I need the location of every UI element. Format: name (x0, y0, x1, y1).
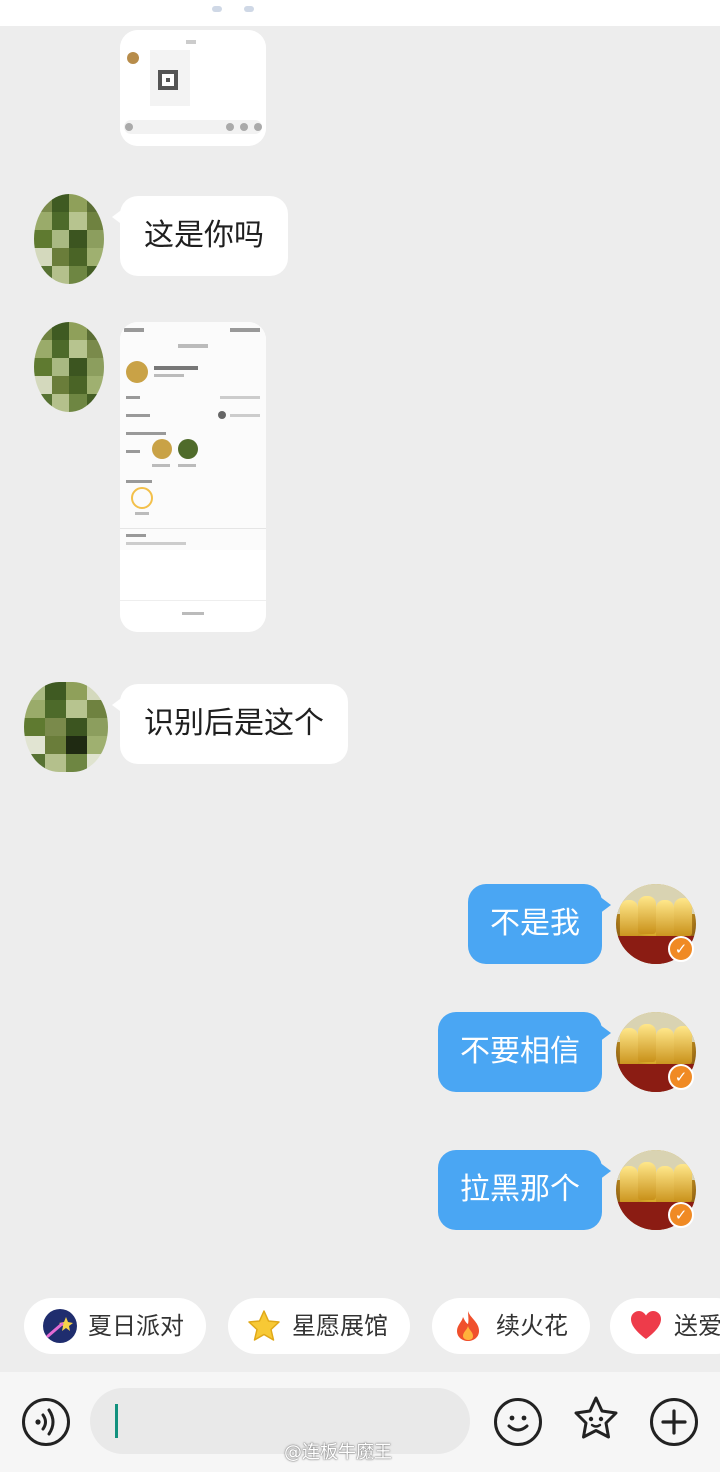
status-indicator (244, 6, 254, 12)
shared-image-qr[interactable] (120, 30, 266, 146)
contact-avatar[interactable] (34, 194, 104, 284)
outgoing-message[interactable]: 不是我 (468, 884, 611, 964)
chip-label: 送爱 (674, 1312, 720, 1340)
chip-summer-party[interactable]: 夏日派对 (24, 1298, 206, 1354)
emoji-icon[interactable] (494, 1398, 542, 1446)
fire-icon (450, 1308, 486, 1344)
incoming-message[interactable]: 识别后是这个 (112, 684, 348, 764)
plus-icon[interactable] (650, 1398, 698, 1446)
outgoing-message[interactable]: 拉黑那个 (438, 1150, 611, 1230)
chip-send-love[interactable]: 送爱 (610, 1298, 720, 1354)
voice-icon[interactable] (22, 1398, 70, 1446)
status-bar (0, 0, 720, 26)
star-icon (246, 1308, 282, 1344)
text-caret (115, 1404, 118, 1438)
verified-badge-icon: ✓ (668, 936, 694, 962)
shared-image-group-profile[interactable] (120, 322, 266, 632)
qr-card-thumbnail (120, 30, 266, 146)
message-input[interactable] (90, 1388, 470, 1454)
contact-avatar[interactable] (24, 682, 108, 772)
status-indicator (212, 6, 222, 12)
verified-badge-icon: ✓ (668, 1202, 694, 1228)
group-profile-thumbnail (120, 322, 266, 632)
chip-star-gallery[interactable]: 星愿展馆 (228, 1298, 410, 1354)
chip-continue-spark[interactable]: 续火花 (432, 1298, 590, 1354)
chip-label: 星愿展馆 (292, 1312, 388, 1340)
outgoing-message[interactable]: 不要相信 (438, 1012, 611, 1092)
verified-badge-icon: ✓ (668, 1064, 694, 1090)
heart-icon (628, 1308, 664, 1344)
sticker-icon[interactable] (570, 1394, 622, 1446)
shooting-star-icon (42, 1308, 78, 1344)
contact-avatar[interactable] (34, 322, 104, 412)
chip-label: 续火花 (496, 1312, 568, 1340)
chip-label: 夏日派对 (88, 1312, 184, 1340)
watermark: @连板牛魔王 (284, 1442, 392, 1463)
incoming-message[interactable]: 这是你吗 (112, 196, 288, 276)
